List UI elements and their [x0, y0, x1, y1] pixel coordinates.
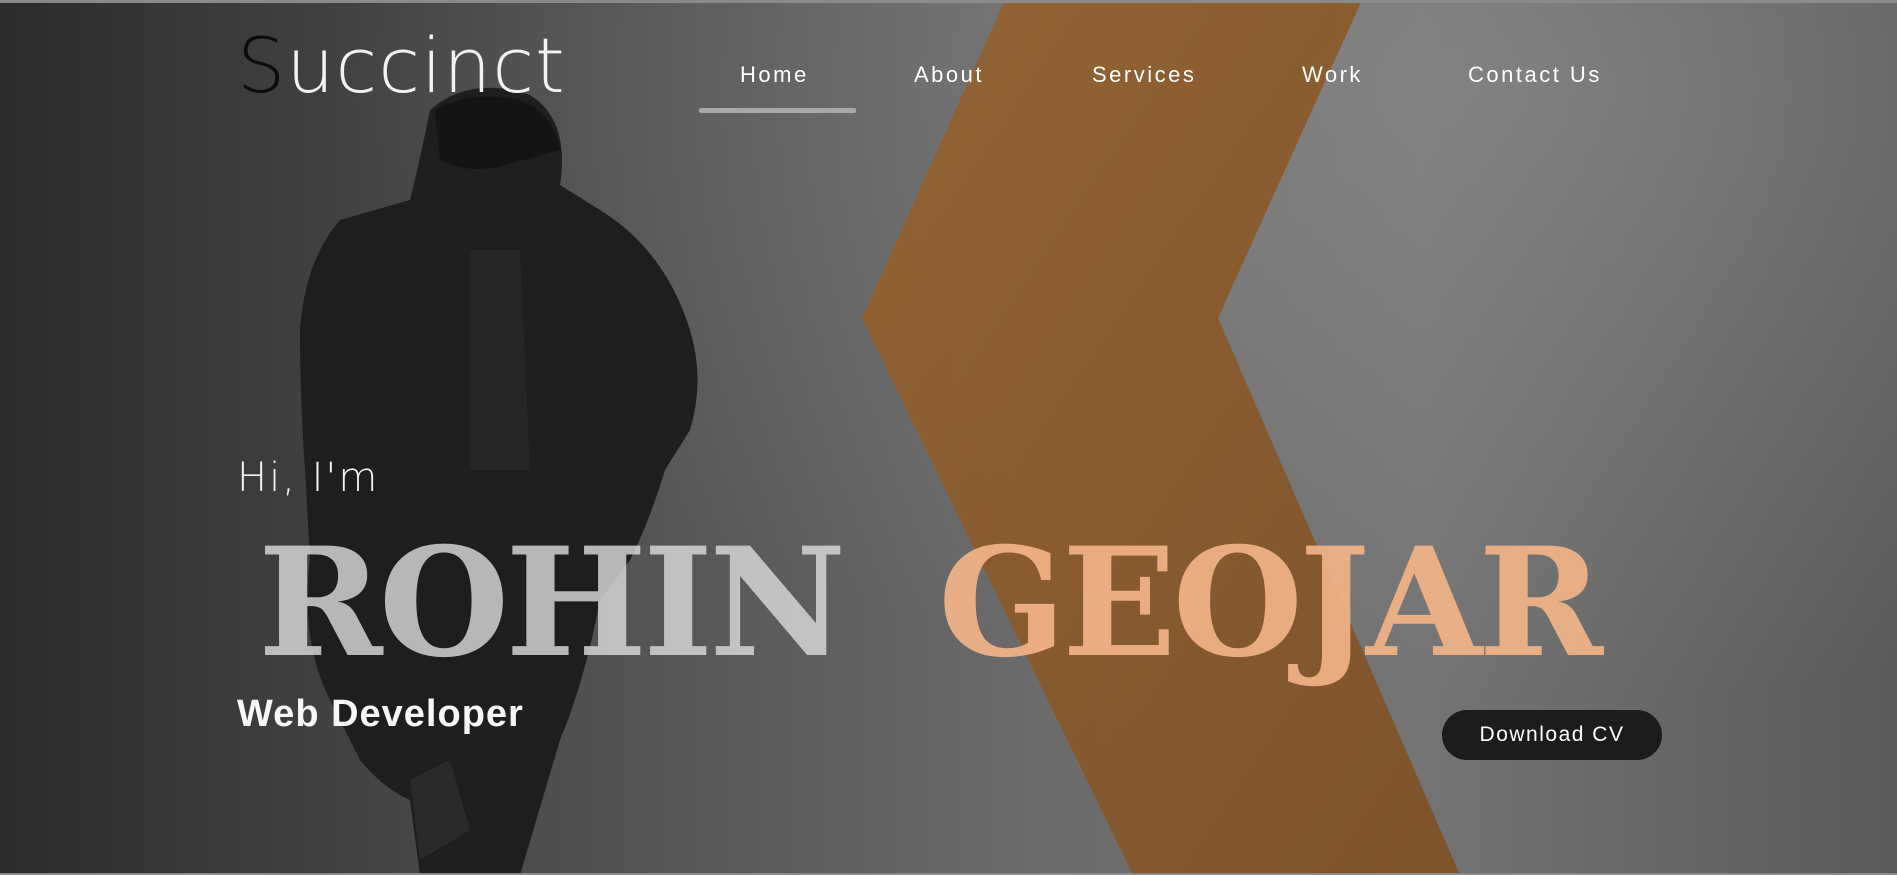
- nav-work[interactable]: Work: [1302, 62, 1363, 88]
- logo-text: uccinct: [286, 21, 566, 110]
- role-title: Web Developer: [237, 693, 524, 735]
- logo-first-letter: S: [237, 21, 287, 110]
- active-nav-indicator: [699, 108, 856, 113]
- name-first: ROHIN: [258, 515, 842, 691]
- site-logo[interactable]: Succinct: [237, 28, 566, 104]
- top-border: [0, 0, 1897, 3]
- download-cv-button[interactable]: Download CV: [1442, 710, 1662, 760]
- svg-text:ROHIN: ROHIN: [258, 515, 842, 691]
- nav-services[interactable]: Services: [1092, 62, 1196, 88]
- hero-section: Succinct Home About Services Work Contac…: [0, 0, 1897, 875]
- svg-text:GEOJAR: GEOJAR: [938, 515, 1604, 691]
- nav-contact-us[interactable]: Contact Us: [1468, 62, 1602, 88]
- nav-about[interactable]: About: [914, 62, 984, 88]
- greeting-text: Hi, I'm: [237, 455, 380, 501]
- nav-home[interactable]: Home: [740, 62, 809, 88]
- hero-name: ROHIN GEOJAR: [258, 515, 1608, 691]
- name-last: GEOJAR: [938, 515, 1604, 691]
